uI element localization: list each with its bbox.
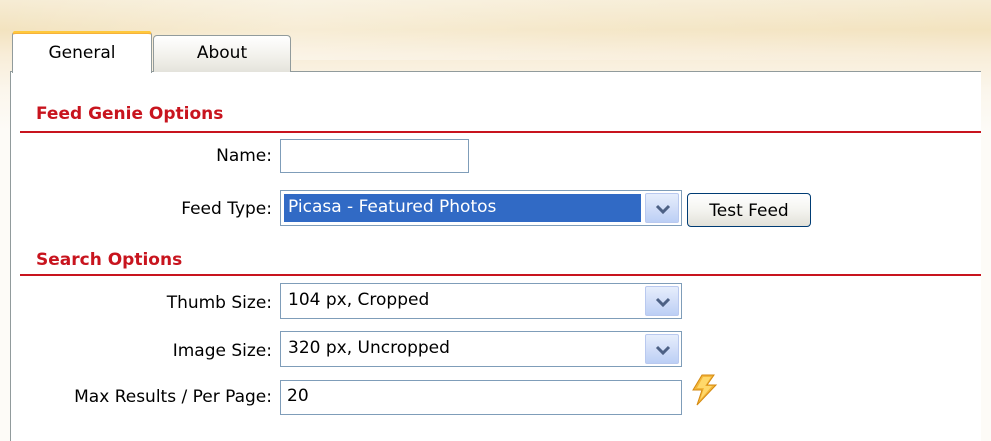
image-size-select[interactable]: 320 px, Uncropped: [280, 331, 682, 367]
feed-type-selected-value: Picasa - Featured Photos: [284, 194, 641, 222]
image-size-label: Image Size:: [172, 341, 272, 361]
feed-type-select[interactable]: Picasa - Featured Photos: [280, 190, 682, 226]
test-feed-button[interactable]: Test Feed: [687, 193, 811, 227]
lightning-bolt-icon[interactable]: [688, 374, 720, 406]
max-results-label: Max Results / Per Page:: [74, 387, 272, 407]
tab-general-label: General: [48, 43, 116, 63]
thumb-size-select[interactable]: 104 px, Cropped: [280, 283, 682, 319]
name-field[interactable]: [280, 139, 469, 173]
chevron-down-icon: [655, 297, 671, 308]
thumb-size-label: Thumb Size:: [166, 293, 272, 313]
chevron-down-icon: [655, 204, 671, 215]
tab-general[interactable]: General: [12, 31, 152, 73]
image-size-dropdown-button[interactable]: [645, 334, 679, 364]
tab-about-label: About: [196, 43, 248, 63]
thumb-size-selected-value: 104 px, Cropped: [288, 290, 430, 310]
search-options-divider: [20, 274, 981, 276]
feed-genie-divider: [20, 131, 981, 133]
tab-about[interactable]: About: [153, 35, 291, 72]
thumb-size-dropdown-button[interactable]: [645, 286, 679, 316]
feed-type-label: Feed Type:: [181, 199, 272, 219]
feed-type-dropdown-button[interactable]: [645, 193, 679, 223]
image-size-selected-value: 320 px, Uncropped: [288, 338, 450, 358]
name-label: Name:: [216, 146, 272, 166]
search-options-heading: Search Options: [36, 250, 183, 270]
feed-genie-options-heading: Feed Genie Options: [36, 104, 224, 124]
chevron-down-icon: [655, 345, 671, 356]
max-results-field[interactable]: 20: [280, 380, 682, 415]
